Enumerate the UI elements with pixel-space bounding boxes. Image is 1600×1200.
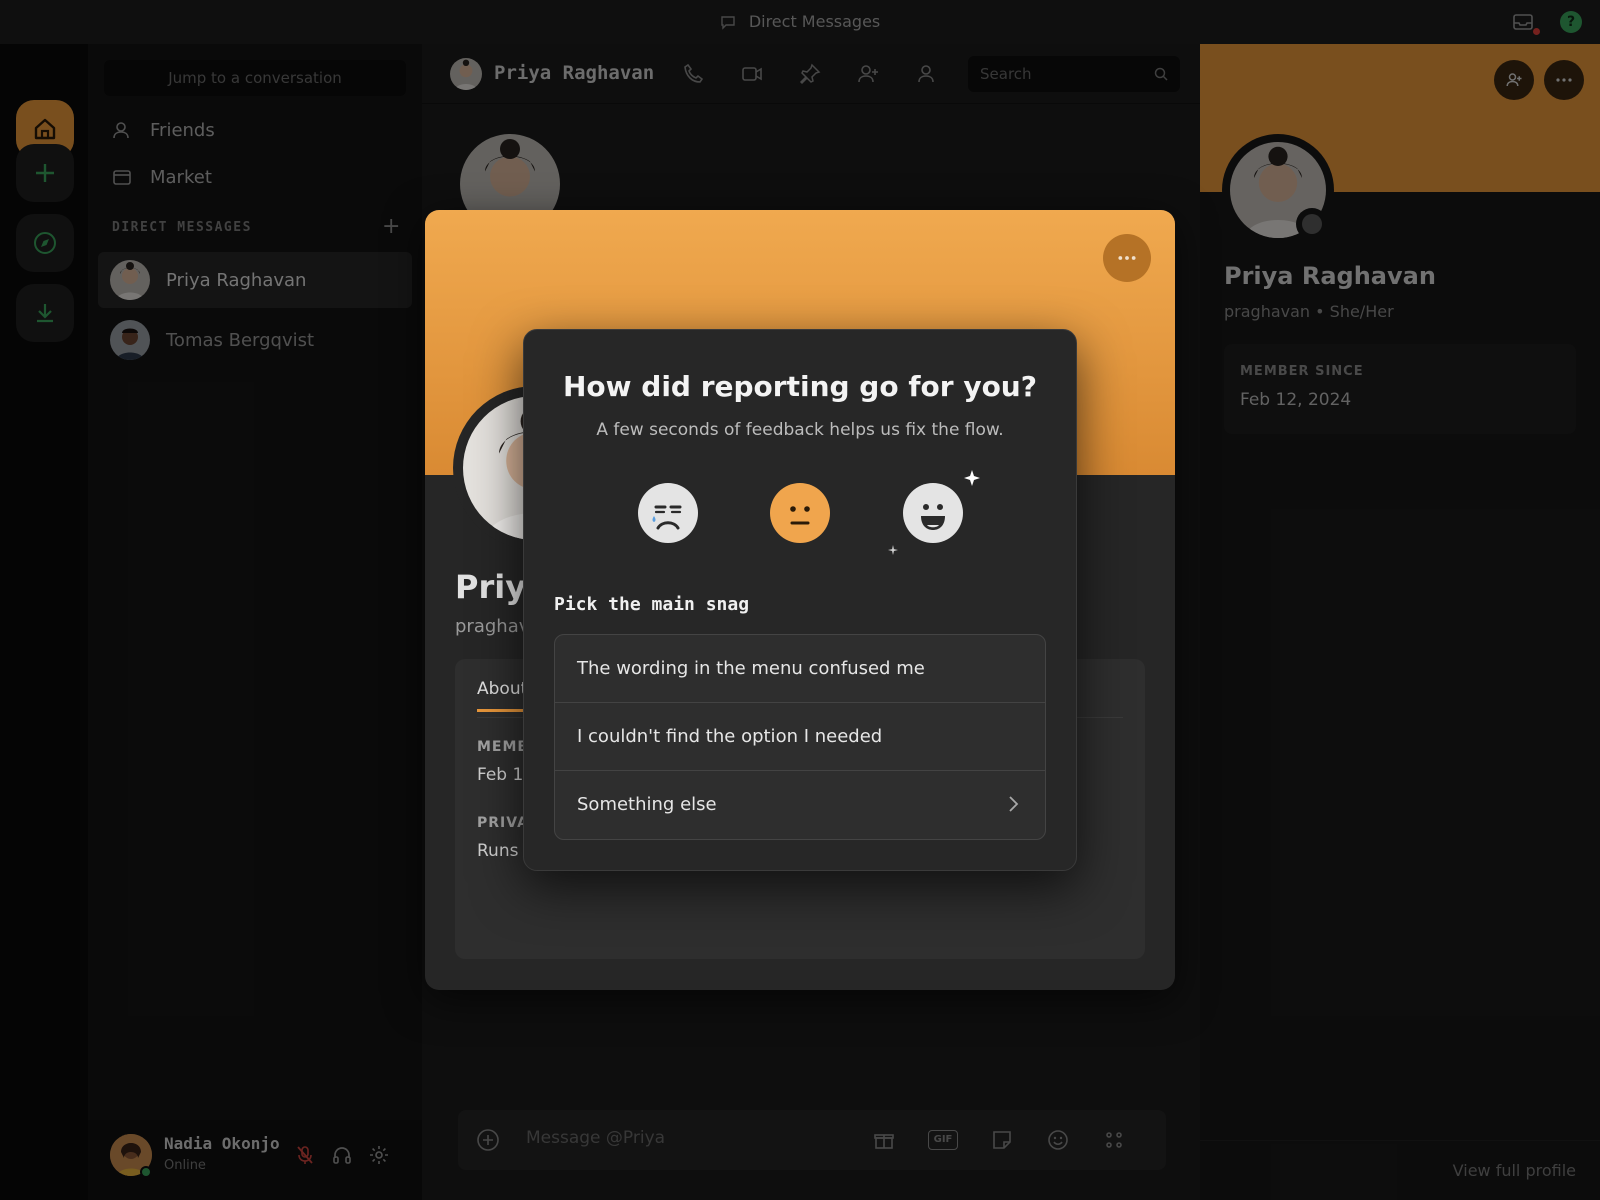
private-label: PRIVA (477, 815, 529, 831)
option-label: Something else (577, 794, 717, 815)
survey-options-list: The wording in the menu confused me I co… (554, 634, 1046, 840)
chevron-right-icon (1009, 796, 1019, 812)
option-label: The wording in the menu confused me (577, 658, 925, 679)
profile-modal-username: praghav (455, 616, 530, 637)
sparkle-small-icon (888, 545, 898, 555)
option-couldnt-find[interactable]: I couldn't find the option I needed (555, 703, 1045, 771)
sad-face-rating[interactable] (638, 483, 698, 543)
survey-question: Pick the main snag (554, 594, 750, 615)
survey-title: How did reporting go for you? (563, 370, 1037, 403)
option-wording-confusing[interactable]: The wording in the menu confused me (555, 635, 1045, 703)
option-label: I couldn't find the option I needed (577, 726, 883, 747)
more-icon (1118, 256, 1136, 260)
survey-subtitle: A few seconds of feedback helps us fix t… (596, 420, 1004, 440)
happy-face-icon (921, 504, 945, 530)
tab-about[interactable]: About (477, 679, 528, 712)
neutral-face-rating[interactable] (770, 483, 830, 543)
neutral-face-icon (790, 506, 810, 525)
private-value: Runs (477, 841, 519, 861)
member-value: Feb 1 (477, 765, 524, 785)
profile-modal-more-button[interactable] (1103, 234, 1151, 282)
happy-face-rating[interactable] (903, 483, 963, 543)
sad-face-icon (652, 505, 682, 530)
sparkle-icon (964, 470, 980, 486)
feedback-survey-dialog: How did reporting go for you? A few seco… (523, 329, 1077, 871)
option-something-else[interactable]: Something else (555, 771, 1045, 839)
